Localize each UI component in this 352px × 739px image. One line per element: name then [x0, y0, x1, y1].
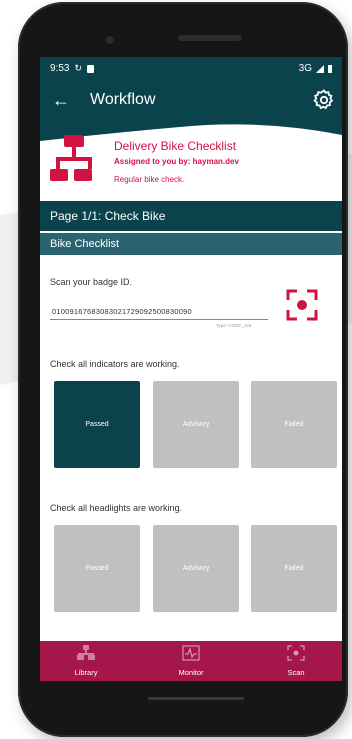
library-icon: [77, 645, 95, 660]
signal-icon: [316, 64, 324, 73]
workflow-description: Regular bike check.: [114, 175, 185, 184]
assigned-by: Assigned to you by: hayman.dev: [114, 157, 239, 166]
option-passed[interactable]: Passed: [54, 525, 140, 612]
sync-icon: ↻: [74, 63, 83, 73]
app-bar: ← Workflow: [40, 81, 342, 121]
nav-library[interactable]: Library: [46, 643, 126, 681]
nav-scan-label: Scan: [287, 668, 305, 677]
workflow-hierarchy-icon: [50, 135, 92, 181]
option-failed[interactable]: Failed: [251, 381, 337, 468]
barcode-type: Type: CODE_128: [216, 323, 252, 328]
option-passed[interactable]: Passed: [54, 381, 140, 468]
battery-icon: [328, 64, 332, 73]
option-failed[interactable]: Failed: [251, 525, 337, 612]
bottom-navigation: Library Monitor Scan: [40, 641, 342, 681]
workflow-header-card: Delivery Bike Checklist Assigned to you …: [40, 121, 342, 201]
option-advisory[interactable]: Advisory: [153, 381, 239, 468]
nav-scan[interactable]: Scan: [256, 643, 336, 681]
nav-monitor[interactable]: Monitor: [151, 643, 231, 681]
front-camera: [106, 36, 114, 44]
barcode-underline: [50, 319, 268, 320]
page-title-bar: Page 1/1: Check Bike: [40, 201, 342, 231]
settings-gear-icon[interactable]: [312, 88, 336, 112]
status-time: 9:53: [50, 63, 70, 74]
nav-monitor-label: Monitor: [178, 668, 204, 677]
monitor-icon: [182, 645, 200, 661]
notification-icon: [87, 64, 95, 73]
checklist-content: Scan your badge ID. 01009167683083021729…: [40, 255, 342, 641]
workflow-title: Delivery Bike Checklist: [114, 139, 237, 153]
scan-icon: [287, 645, 305, 661]
question-label: Check all indicators are working.: [50, 359, 180, 369]
status-bar: 9:53 ↻ 3G: [40, 57, 342, 81]
option-advisory[interactable]: Advisory: [153, 525, 239, 612]
badge-label: Scan your badge ID.: [50, 277, 133, 287]
scan-badge-button[interactable]: [286, 289, 318, 321]
earpiece-speaker: [178, 35, 242, 41]
app-title: Workflow: [90, 91, 156, 108]
badge-barcode-value[interactable]: 01009167683083021729092500830090: [52, 307, 192, 316]
network-type: 3G: [298, 63, 312, 74]
back-arrow-icon[interactable]: ←: [50, 89, 72, 111]
home-indicator[interactable]: [148, 697, 244, 700]
section-header: Bike Checklist: [40, 233, 342, 255]
app-screen: 9:53 ↻ 3G ← Workflow Delivery Bike Check…: [40, 57, 342, 681]
nav-library-label: Library: [74, 668, 98, 677]
question-label: Check all headlights are working.: [50, 503, 183, 513]
